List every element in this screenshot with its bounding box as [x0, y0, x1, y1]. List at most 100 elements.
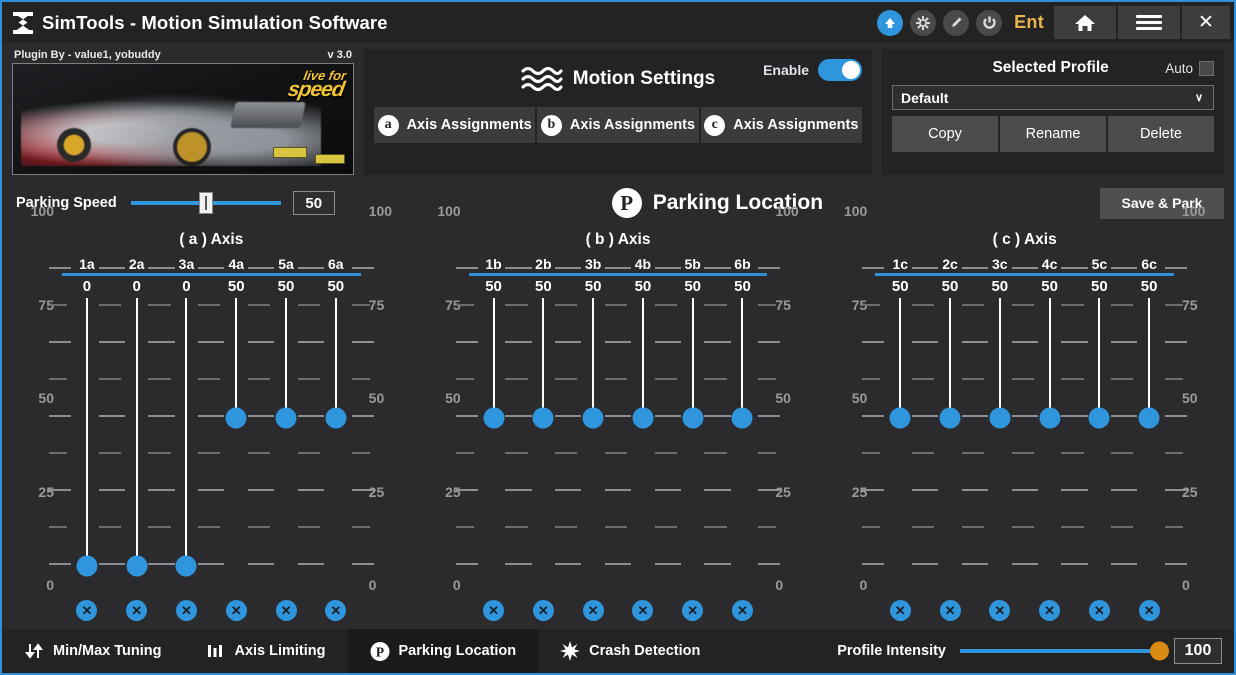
slider-reset-button[interactable]: ✕	[890, 600, 911, 621]
slider-column-name: 1b	[485, 255, 501, 273]
auto-checkbox[interactable]	[1199, 61, 1214, 76]
scale-tick	[505, 267, 527, 269]
slider-handle[interactable]	[1089, 408, 1110, 429]
slider-column-name: 3a	[179, 255, 195, 273]
slider-column-5a: 5a50✕	[261, 255, 311, 629]
selected-profile-panel: Selected Profile Auto Default ∨ Copy Ren…	[882, 49, 1224, 175]
slider-reset-button[interactable]: ✕	[732, 600, 753, 621]
slider-handle[interactable]	[126, 556, 147, 577]
slider-handle[interactable]	[632, 408, 653, 429]
scale-tick	[704, 378, 722, 380]
profile-intensity-slider[interactable]	[960, 649, 1160, 653]
slider-reset-button[interactable]: ✕	[583, 600, 604, 621]
slider-reset-button[interactable]: ✕	[483, 600, 504, 621]
slider-handle[interactable]	[76, 556, 97, 577]
slider-handle[interactable]	[989, 408, 1010, 429]
slider-track-area[interactable]	[718, 298, 768, 594]
slider-column-2c: 2c50✕	[925, 255, 975, 629]
slider-track-area[interactable]	[311, 298, 361, 594]
slider-handle[interactable]	[890, 408, 911, 429]
slider-reset-button[interactable]: ✕	[1039, 600, 1060, 621]
scale-tick	[962, 341, 984, 343]
scale-tick	[148, 452, 166, 454]
slider-column-1b: 1b50✕	[469, 255, 519, 629]
slider-handle[interactable]	[1139, 408, 1160, 429]
enable-toggle[interactable]	[818, 59, 862, 81]
hamburger-menu-icon[interactable]	[1118, 6, 1180, 39]
slider-column-value: 50	[585, 276, 602, 298]
close-x-icon[interactable]: ✕	[1182, 6, 1230, 39]
slider-handle[interactable]	[1039, 408, 1060, 429]
profile-intensity-handle[interactable]	[1150, 642, 1169, 661]
axis-assignments-a-button[interactable]: a Axis Assignments	[374, 107, 535, 143]
scale-tick	[1111, 563, 1133, 565]
slider-reset-button[interactable]: ✕	[940, 600, 961, 621]
slider-handle[interactable]	[176, 556, 197, 577]
scale-tick	[456, 341, 478, 343]
slider-handle[interactable]	[533, 408, 554, 429]
slider-column-2b: 2b50✕	[518, 255, 568, 629]
slider-rail	[1148, 298, 1150, 418]
slider-handle[interactable]	[583, 408, 604, 429]
slider-reset-button[interactable]: ✕	[1089, 600, 1110, 621]
slider-reset-button[interactable]: ✕	[533, 600, 554, 621]
slider-handle[interactable]	[940, 408, 961, 429]
slider-reset-button[interactable]: ✕	[682, 600, 703, 621]
copy-profile-button[interactable]: Copy	[892, 116, 998, 152]
scale-tick	[605, 563, 627, 565]
tab-parking-location[interactable]: P Parking Location	[348, 629, 539, 673]
axis-group-body: 02550751001a0✕2a0✕3a0✕4a50✕5a50✕6a50✕025…	[8, 255, 415, 629]
slider-reset-button[interactable]: ✕	[1139, 600, 1160, 621]
scale-tick	[1111, 452, 1129, 454]
slider-reset-button[interactable]: ✕	[226, 600, 247, 621]
slider-handle[interactable]	[226, 408, 247, 429]
parking-speed-slider[interactable]	[131, 201, 281, 205]
slider-rail	[1098, 298, 1100, 418]
chevron-down-icon: ∨	[1195, 91, 1203, 104]
titlebar-icon-group	[877, 10, 1002, 36]
scale-label: 50	[415, 390, 469, 406]
scale-tick	[49, 304, 67, 306]
slider-handle[interactable]	[325, 408, 346, 429]
tab-crash-detection[interactable]: Crash Detection	[538, 629, 722, 673]
profile-dropdown[interactable]: Default ∨	[892, 85, 1214, 110]
slider-column-4c: 4c50✕	[1025, 255, 1075, 629]
tab-min-max-tuning[interactable]: Min/Max Tuning	[2, 629, 183, 673]
slider-column-name: 1a	[79, 255, 95, 273]
sun-burst-icon[interactable]	[910, 10, 936, 36]
slider-reset-button[interactable]: ✕	[632, 600, 653, 621]
badge-a-icon: a	[378, 115, 399, 136]
slider-handle[interactable]	[732, 408, 753, 429]
parking-speed-value[interactable]: 50	[293, 191, 335, 215]
slider-reset-button[interactable]: ✕	[176, 600, 197, 621]
slider-handle[interactable]	[682, 408, 703, 429]
delete-profile-button[interactable]: Delete	[1108, 116, 1214, 152]
axis-assignments-b-button[interactable]: b Axis Assignments	[537, 107, 698, 143]
slider-reset-button[interactable]: ✕	[126, 600, 147, 621]
slider-reset-button[interactable]: ✕	[325, 600, 346, 621]
axis-assignments-c-button[interactable]: c Axis Assignments	[701, 107, 862, 143]
tab-axis-limiting[interactable]: Axis Limiting	[183, 629, 347, 673]
badge-c-icon: c	[704, 115, 725, 136]
slider-reset-button[interactable]: ✕	[276, 600, 297, 621]
slider-handle[interactable]	[483, 408, 504, 429]
scale-label: 75	[1174, 297, 1228, 313]
scale-tick	[862, 489, 884, 491]
slider-column-4b: 4b50✕	[618, 255, 668, 629]
rename-profile-button[interactable]: Rename	[1000, 116, 1106, 152]
pencil-edit-icon[interactable]	[943, 10, 969, 36]
scale-tick	[655, 304, 673, 306]
slider-reset-button[interactable]: ✕	[989, 600, 1010, 621]
scale-tick	[555, 452, 573, 454]
scale-tick	[862, 563, 884, 565]
home-icon[interactable]	[1054, 6, 1116, 39]
upload-arrow-icon[interactable]	[877, 10, 903, 36]
profile-intensity-value[interactable]: 100	[1174, 638, 1222, 664]
slider-rail	[741, 298, 743, 418]
slider-handle[interactable]	[276, 408, 297, 429]
slider-rail	[335, 298, 337, 418]
power-plug-icon[interactable]	[976, 10, 1002, 36]
slider-reset-button[interactable]: ✕	[76, 600, 97, 621]
slider-track-area[interactable]	[1124, 298, 1174, 594]
parking-speed-handle[interactable]	[199, 192, 213, 214]
